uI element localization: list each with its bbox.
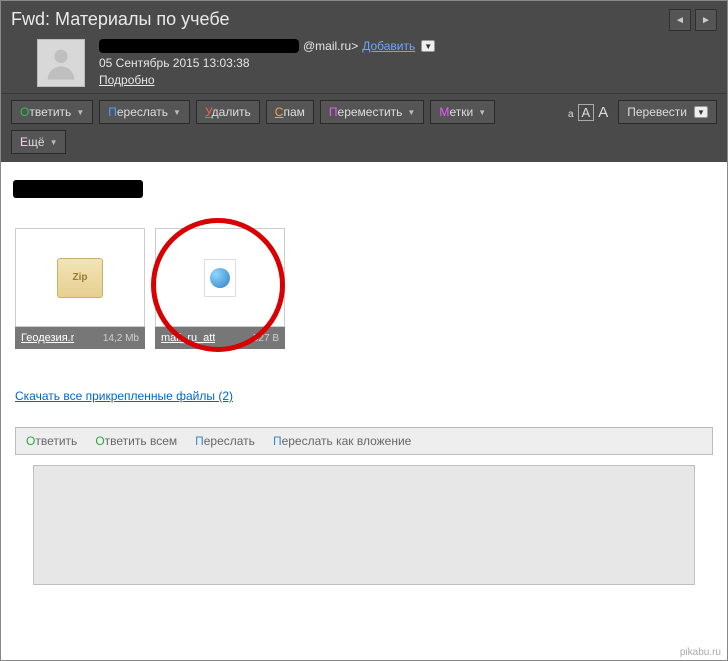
toolbar-left: Ответить▼ Переслать▼ Удалить Спам Переме… <box>11 100 531 154</box>
chevron-down-icon: ▼ <box>478 108 486 117</box>
add-dropdown-icon[interactable]: ▼ <box>421 40 435 52</box>
spam-button[interactable]: Спам <box>266 100 314 124</box>
email-header: Fwd: Материалы по учебе ◄ ► @mail.ru> До… <box>1 1 727 93</box>
chevron-down-icon: ▼ <box>407 108 415 117</box>
more-button[interactable]: Ещё▼ <box>11 130 66 154</box>
forward-button[interactable]: Переслать▼ <box>99 100 190 124</box>
compose-textarea[interactable] <box>33 465 695 585</box>
attachment-footer: mail_ru_att 527 B <box>155 327 285 349</box>
watermark: pikabu.ru <box>680 647 721 658</box>
reply-bar: Ответить Ответить всем Переслать Пересла… <box>15 427 713 455</box>
attachment-footer: Геодезия.r 14,2 Mb <box>15 327 145 349</box>
add-contact-link[interactable]: Добавить <box>362 39 415 53</box>
chevron-down-icon: ▼ <box>694 106 708 118</box>
chevron-down-icon: ▼ <box>76 108 84 117</box>
font-large[interactable]: А <box>598 104 608 121</box>
forward-link[interactable]: Переслать <box>195 434 255 448</box>
prev-button[interactable]: ◄ <box>669 9 691 31</box>
chevron-down-icon: ▼ <box>50 138 58 147</box>
attachments: Zip Геодезия.r 14,2 Mb mail_ru_att 527 B <box>15 228 713 349</box>
attachment-preview: Zip <box>15 228 145 327</box>
zip-icon: Zip <box>57 258 103 298</box>
attachment-item[interactable]: Zip Геодезия.r 14,2 Mb <box>15 228 145 349</box>
toolbar-right: а А А Перевести▼ <box>568 100 717 124</box>
reply-all-link[interactable]: Ответить всем <box>95 434 177 448</box>
chevron-down-icon: ▼ <box>173 108 181 117</box>
subject-row: Fwd: Материалы по учебе ◄ ► <box>11 9 717 31</box>
download-all-link[interactable]: Скачать все прикрепленные файлы (2) <box>15 389 233 403</box>
labels-button[interactable]: Метки▼ <box>430 100 495 124</box>
attachment-name[interactable]: mail_ru_att <box>161 332 215 344</box>
font-size-group: а А А <box>568 104 608 121</box>
details-link[interactable]: Подробно <box>99 73 435 87</box>
attachment-size: 527 B <box>253 333 279 344</box>
email-body: Zip Геодезия.r 14,2 Mb mail_ru_att 527 B… <box>1 162 727 630</box>
nav-arrows: ◄ ► <box>669 9 717 31</box>
attachment-size: 14,2 Mb <box>103 333 139 344</box>
font-medium[interactable]: А <box>578 104 595 121</box>
reply-link[interactable]: Ответить <box>26 434 77 448</box>
move-button[interactable]: Переместить▼ <box>320 100 424 124</box>
email-date: 05 Сентябрь 2015 13:03:38 <box>99 56 435 70</box>
forward-attach-link[interactable]: Переслать как вложение <box>273 434 411 448</box>
attachment-preview <box>155 228 285 327</box>
attachment-name[interactable]: Геодезия.r <box>21 332 74 344</box>
globe-icon <box>204 259 236 297</box>
delete-button[interactable]: Удалить <box>196 100 260 124</box>
email-window: Fwd: Материалы по учебе ◄ ► @mail.ru> До… <box>0 0 728 661</box>
sender-meta: @mail.ru> Добавить ▼ 05 Сентябрь 2015 13… <box>99 39 435 87</box>
font-small[interactable]: а <box>568 109 574 120</box>
sender-row: @mail.ru> Добавить ▼ 05 Сентябрь 2015 13… <box>11 39 717 87</box>
toolbar: Ответить▼ Переслать▼ Удалить Спам Переме… <box>1 93 727 162</box>
translate-button[interactable]: Перевести▼ <box>618 100 717 124</box>
attachment-item[interactable]: mail_ru_att 527 B <box>155 228 285 349</box>
email-subject: Fwd: Материалы по учебе <box>11 9 229 30</box>
avatar <box>37 39 85 87</box>
reply-button[interactable]: Ответить▼ <box>11 100 93 124</box>
redacted-sender <box>99 39 299 53</box>
next-button[interactable]: ► <box>695 9 717 31</box>
sender-name-line: @mail.ru> Добавить ▼ <box>99 39 435 53</box>
redacted-body-text <box>13 180 143 198</box>
person-icon <box>41 43 81 83</box>
sender-domain: @mail.ru> <box>303 39 358 53</box>
